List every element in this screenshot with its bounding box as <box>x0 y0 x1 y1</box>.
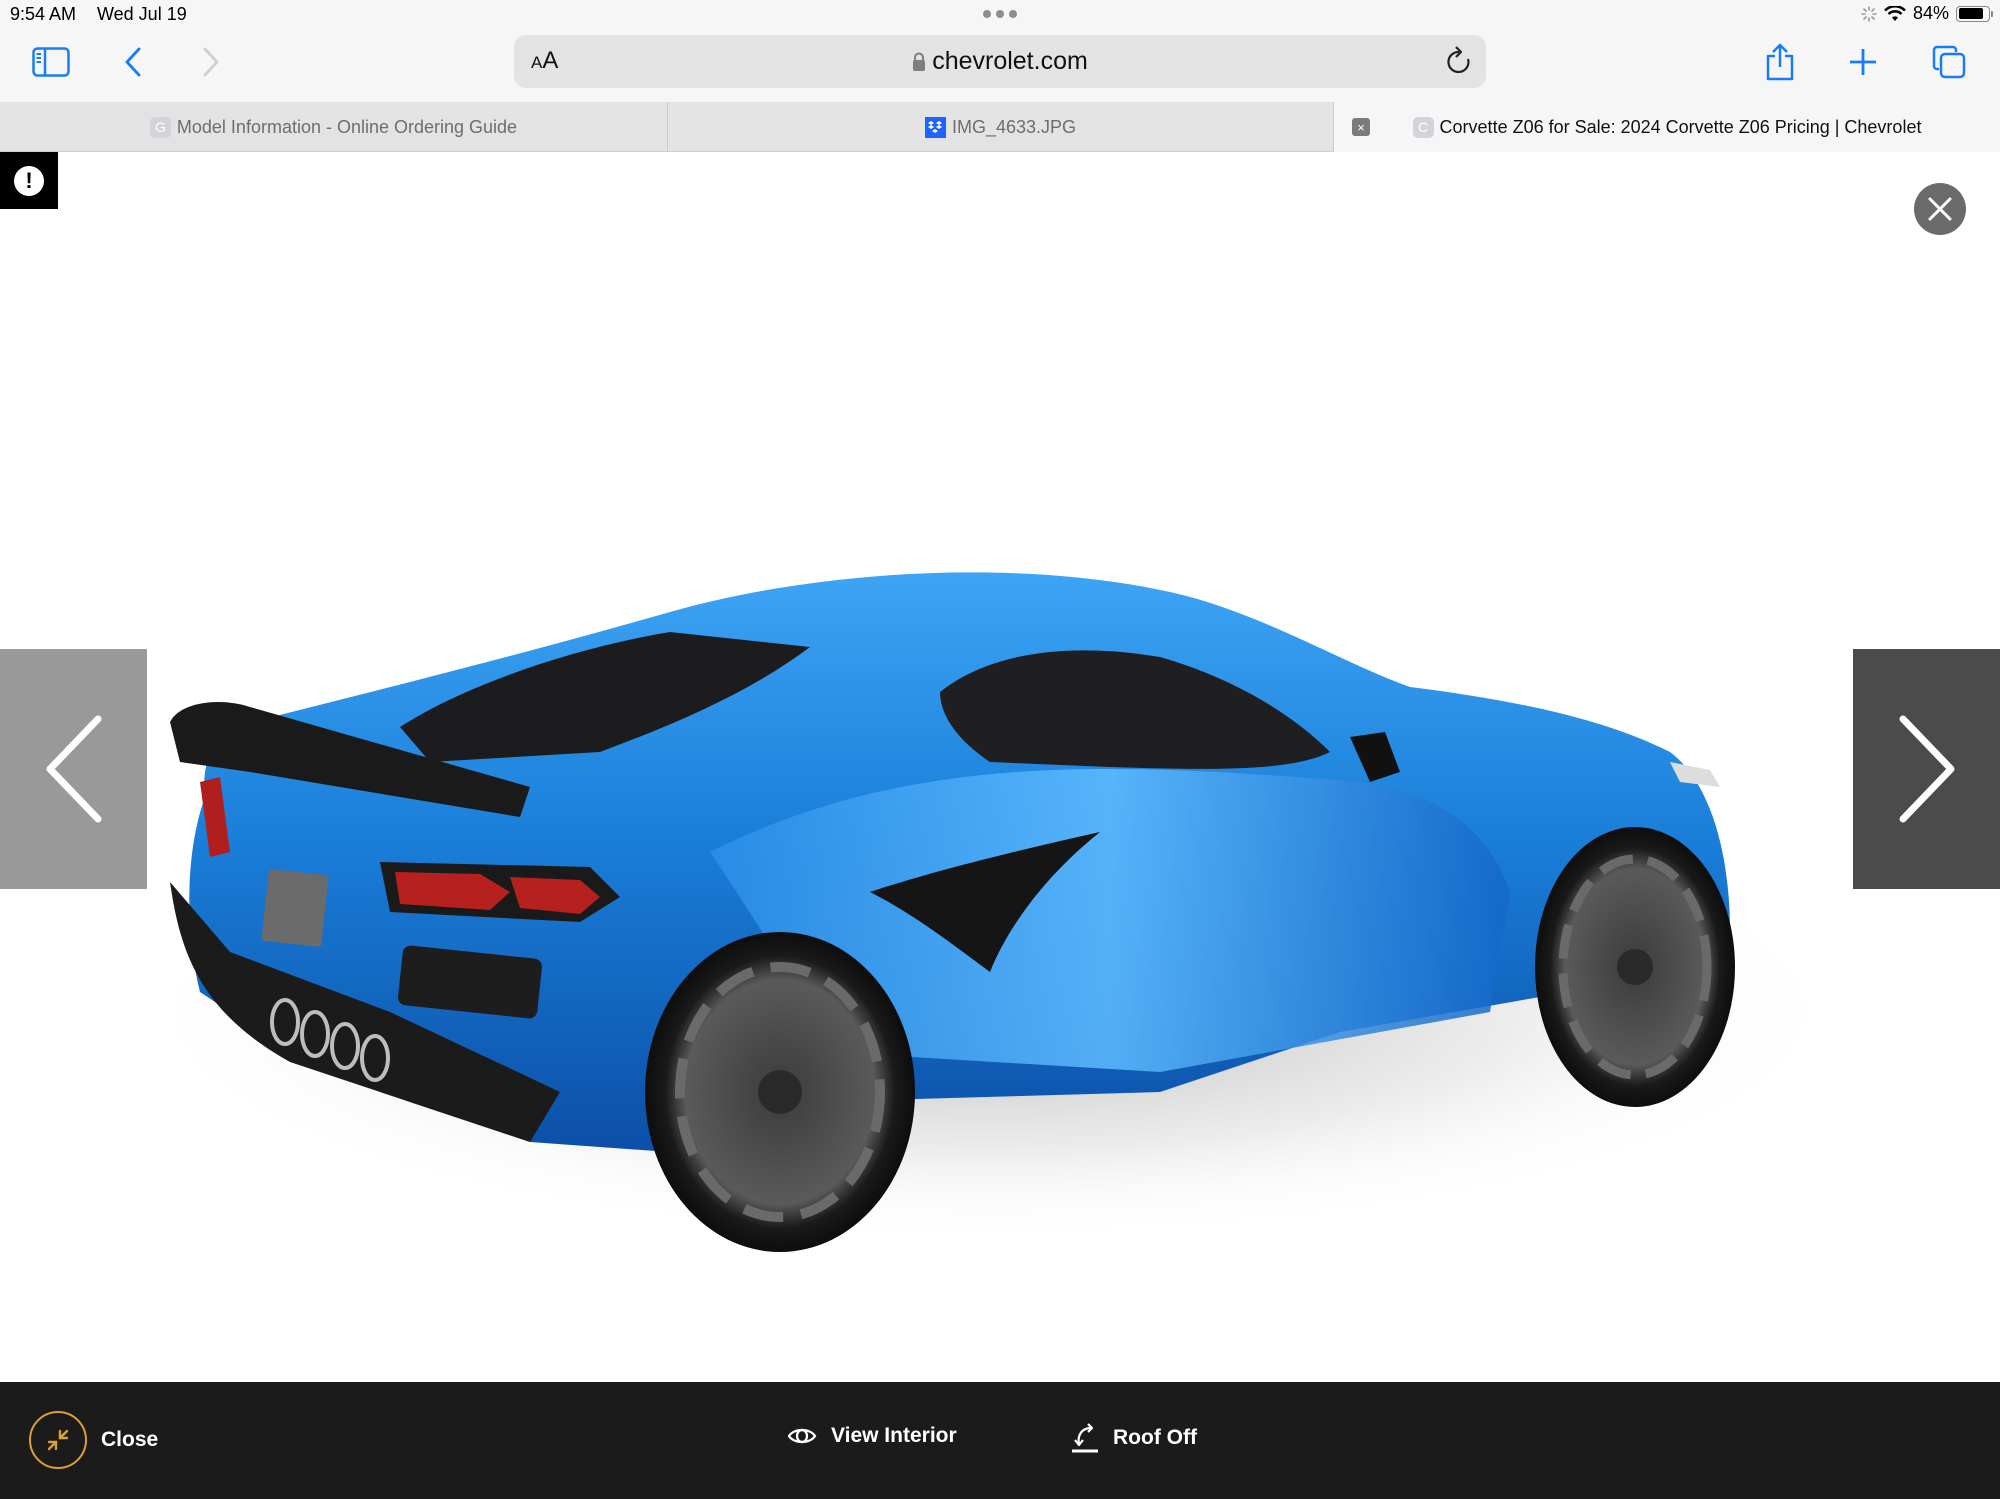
next-image-button[interactable] <box>1853 649 2000 889</box>
dropbox-icon <box>924 116 946 138</box>
reload-button[interactable] <box>1446 46 1472 81</box>
tabs-overview-icon <box>1932 45 1966 79</box>
status-time: 9:54 AM <box>10 4 77 24</box>
share-icon <box>1766 43 1794 81</box>
forward-button[interactable] <box>188 42 234 82</box>
multitasking-dots-icon[interactable] <box>983 10 1017 18</box>
roof-off-button[interactable]: Roof Off <box>1071 1422 1197 1454</box>
tab-model-information[interactable]: G Model Information - Online Ordering Gu… <box>0 102 667 152</box>
status-indicators: 84% <box>1861 3 1993 24</box>
close-icon <box>1928 197 1952 221</box>
status-date: Wed Jul 19 <box>97 4 187 24</box>
roof-toggle-icon <box>1072 1423 1098 1453</box>
battery-percent: 84% <box>1912 3 1949 23</box>
wifi-icon <box>1884 5 1906 21</box>
car-image <box>130 572 1850 1252</box>
rear-wheel <box>645 932 915 1252</box>
tab-title: IMG_4633.JPG <box>951 116 1077 137</box>
previous-image-button[interactable] <box>0 649 147 889</box>
tab-img-4633[interactable]: IMG_4633.JPG <box>667 102 1333 152</box>
tab-bar: G Model Information - Online Ordering Gu… <box>0 102 2000 152</box>
share-button[interactable] <box>1757 42 1803 82</box>
forward-icon <box>203 47 219 77</box>
tab-corvette-z06[interactable]: × C Corvette Z06 for Sale: 2024 Corvette… <box>1333 102 2000 152</box>
url-text[interactable]: chevrolet.com <box>932 47 1088 76</box>
image-viewer: ! <box>0 152 2000 1382</box>
tab-title: Corvette Z06 for Sale: 2024 Corvette Z06… <box>1439 116 1922 137</box>
front-wheel <box>1535 827 1735 1107</box>
back-button[interactable] <box>110 42 156 82</box>
battery-icon <box>1956 5 1993 22</box>
sidebar-toggle-button[interactable] <box>28 42 74 82</box>
lock-icon <box>913 52 926 71</box>
viewer-action-bar: Close View Interior Roof Off <box>0 1382 2000 1499</box>
view-interior-button[interactable]: View Interior <box>787 1424 957 1448</box>
address-bar[interactable]: AA chevrolet.com <box>514 35 1486 88</box>
browser-toolbar: AA chevrolet.com <box>0 30 2000 102</box>
new-tab-icon <box>1850 49 1876 75</box>
tabs-overview-button[interactable] <box>1926 42 1972 82</box>
activity-spinner-icon <box>1861 5 1877 22</box>
tab-close-button[interactable]: × <box>1352 118 1370 136</box>
view-interior-label: View Interior <box>831 1424 957 1447</box>
chevron-left-icon <box>46 715 101 823</box>
license-plate <box>261 869 329 947</box>
back-icon <box>125 47 141 77</box>
chevron-right-icon <box>1899 715 1954 823</box>
new-tab-button[interactable] <box>1840 42 1886 82</box>
close-viewer-button[interactable] <box>1914 183 1966 235</box>
tab-title: Model Information - Online Ordering Guid… <box>176 116 518 137</box>
reload-icon <box>1447 46 1470 74</box>
roof-off-label: Roof Off <box>1113 1426 1197 1449</box>
close-fullscreen-button[interactable]: Close <box>29 1411 158 1469</box>
status-bar: 9:54 AM Wed Jul 19 84% <box>0 0 2000 30</box>
eye-icon <box>787 1428 817 1444</box>
exclamation-icon: ! <box>14 165 44 196</box>
collapse-icon <box>29 1411 87 1469</box>
sidebar-icon <box>32 47 70 77</box>
alert-badge[interactable]: ! <box>0 152 58 209</box>
close-label: Close <box>101 1428 159 1451</box>
favicon-c-icon: C <box>1412 116 1434 138</box>
favicon-g-icon: G <box>149 116 171 138</box>
